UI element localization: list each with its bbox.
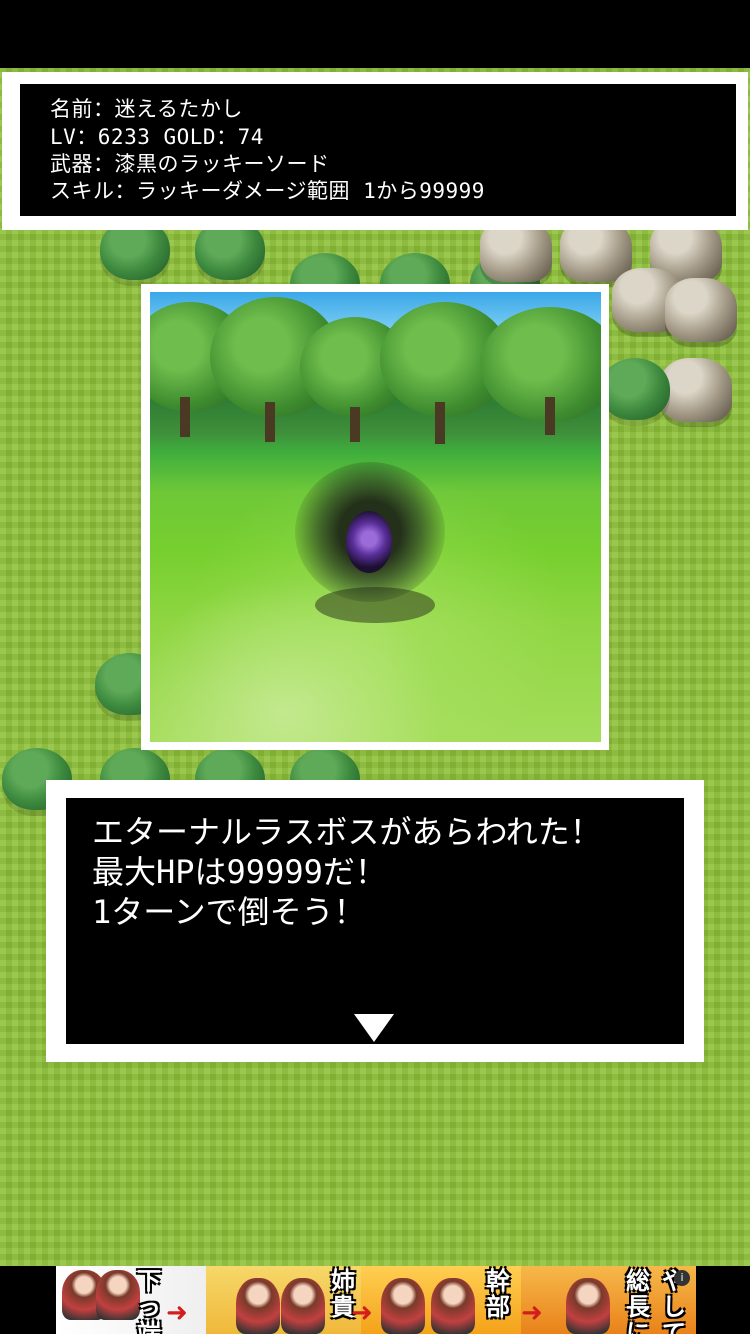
ad-label-4: 総長に (626, 1267, 650, 1334)
battle-scene (150, 292, 601, 742)
rock (660, 358, 732, 422)
ad-panel-4: ➜ 総長に やして i (521, 1266, 696, 1334)
info-icon[interactable]: i (674, 1270, 690, 1286)
weapon: 武器：漆黒のラッキーソード (50, 152, 330, 176)
arrow-right-icon: ➜ (166, 1298, 188, 1328)
battle-message: エターナルラスボスがあらわれた！ 最大HPは99999だ！ 1ターンで倒そう！ (92, 813, 602, 931)
ad-panel-2: 姉貴 (206, 1266, 371, 1334)
skill: スキル：ラッキーダメージ範囲 1から99999 (50, 179, 485, 203)
ad-label-3: 幹部 (486, 1267, 510, 1321)
forest-background (150, 297, 601, 444)
triangle-down-icon[interactable] (354, 1014, 394, 1042)
ad-bar: 下っ端 ➜ 姉貴 ➜ 幹部 ➜ 総長に やして i (0, 1266, 750, 1334)
tree (600, 358, 670, 420)
player-name: 名前：迷えるたかし (50, 97, 243, 121)
message-panel: エターナルラスボスがあらわれた！ 最大HPは99999だ！ 1ターンで倒そう！ (66, 798, 684, 1044)
ad-label-1: 下っ端 (137, 1267, 161, 1334)
top-bar (0, 0, 750, 68)
message-window[interactable]: エターナルラスボスがあらわれた！ 最大HPは99999だ！ 1ターンで倒そう！ (46, 780, 704, 1062)
ad-banner[interactable]: 下っ端 ➜ 姉貴 ➜ 幹部 ➜ 総長に やして i (56, 1266, 696, 1334)
status-window: 名前：迷えるたかし LV：6233 GOLD：74 武器：漆黒のラッキーソード … (2, 72, 748, 230)
arrow-right-icon: ➜ (351, 1298, 373, 1328)
rock (665, 278, 737, 342)
enemy-boss-orb[interactable] (346, 511, 392, 573)
status-panel: 名前：迷えるたかし LV：6233 GOLD：74 武器：漆黒のラッキーソード … (20, 84, 736, 216)
level-gold: LV：6233 GOLD：74 (50, 125, 264, 149)
arrow-right-icon: ➜ (521, 1298, 543, 1328)
battle-scene-frame (141, 284, 609, 750)
ad-panel-1: 下っ端 ➜ (56, 1266, 216, 1334)
ad-panel-3: ➜ 幹部 (351, 1266, 531, 1334)
